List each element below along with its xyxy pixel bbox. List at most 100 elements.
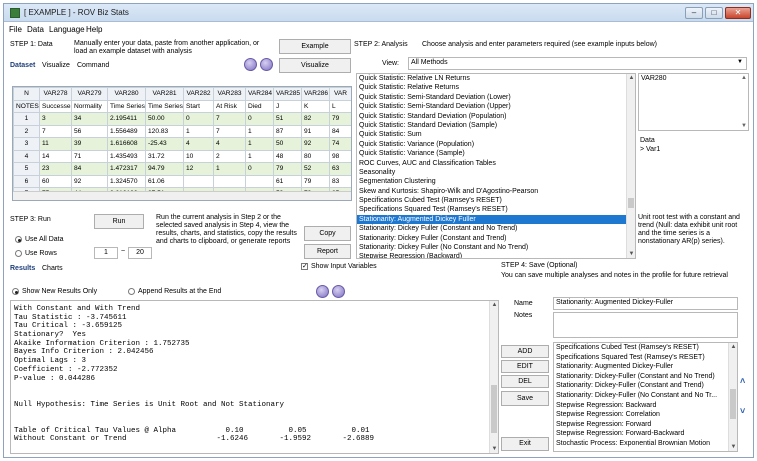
notes-input[interactable] [553,312,738,338]
menu-language[interactable]: Language [49,25,85,34]
notes-cell[interactable]: J [273,99,302,113]
table-cell[interactable]: 7 [213,112,246,126]
tab-charts[interactable]: Charts [42,265,63,272]
table-cell[interactable]: 4 [213,137,246,151]
table-cell[interactable]: 84 [71,162,108,176]
table-cell[interactable]: 61.06 [145,174,184,188]
name-input[interactable]: Stationarity: Augmented Dickey-Fuller [553,297,738,310]
saved-analysis-item[interactable]: Stepwise Regression: Correlation [554,410,737,420]
add-button[interactable]: ADD [501,345,549,358]
column-header[interactable]: VAR283 [213,87,246,101]
menu-help[interactable]: Help [86,25,102,34]
table-cell[interactable]: 63 [329,162,351,176]
method-item[interactable]: Stationarity: Augmented Dickey Fuller [357,214,635,225]
table-cell[interactable]: 7 [213,124,246,138]
table-cell[interactable]: 0 [245,112,274,126]
run-button[interactable]: Run [94,214,144,229]
row-number[interactable]: 4 [13,149,40,163]
table-cell[interactable]: 83 [329,174,351,188]
saved-analysis-item[interactable]: Stationarity: Dickey-Fuller (No Constant… [554,391,737,401]
visualize-button[interactable]: Visualize [279,58,351,73]
notes-cell[interactable]: K [301,99,330,113]
tab-dataset[interactable]: Dataset [10,62,35,69]
method-item[interactable]: Quick Statistic: Relative LN Returns [357,74,635,83]
methods-scroll-down-icon[interactable]: ▼ [627,251,635,257]
table-cell[interactable]: 23 [39,162,72,176]
notes-cell[interactable]: Died [245,99,274,113]
zoom-out-icon[interactable] [260,58,273,71]
saved-analyses-list[interactable]: Specifications Cubed Test (Ramsey's RESE… [553,342,738,452]
move-down-icon[interactable]: ˅ [740,406,745,416]
table-cell[interactable]: 52 [301,162,330,176]
notes-cell[interactable]: Time Series [107,99,146,113]
table-cell[interactable]: 34 [71,112,108,126]
column-header[interactable]: VAR282 [183,87,214,101]
table-cell[interactable]: 84 [329,124,351,138]
notes-cell[interactable]: Start [183,99,214,113]
table-cell[interactable]: 98 [329,149,351,163]
method-item[interactable]: ROC Curves, AUC and Classification Table… [357,159,635,168]
table-cell[interactable]: 79 [273,162,302,176]
method-item[interactable]: Quick Statistic: Standard Deviation (Pop… [357,112,635,121]
method-item[interactable]: Quick Statistic: Semi-Standard Deviation… [357,93,635,102]
table-cell[interactable]: 74 [329,137,351,151]
results-output[interactable]: With Constant and With Trend Tau Statisti… [10,300,499,454]
table-cell[interactable]: 51 [273,112,302,126]
exit-button[interactable]: Exit [501,437,549,451]
column-header[interactable]: VAR [329,87,351,101]
table-cell[interactable]: 87 [273,124,302,138]
notes-cell[interactable]: NOTES [13,99,40,113]
saved-analysis-item[interactable]: Stationarity: Augmented Dickey-Fuller [554,362,737,372]
row-number[interactable]: 5 [13,162,40,176]
move-up-icon[interactable]: ˄ [740,376,745,386]
row-number[interactable]: 2 [13,124,40,138]
method-item[interactable]: Specifications Squared Test (Ramsey's RE… [357,205,635,214]
table-cell[interactable]: 1 [245,137,274,151]
column-header[interactable]: VAR278 [39,87,72,101]
results-zoom-in-icon[interactable] [316,285,329,298]
method-item[interactable]: Seasonality [357,168,635,177]
table-cell[interactable]: 71 [71,149,108,163]
table-cell[interactable]: 11 [39,137,72,151]
row-number[interactable]: 1 [13,112,40,126]
table-cell[interactable] [183,174,214,188]
notes-cell[interactable]: Normality [71,99,108,113]
close-button[interactable]: ✕ [725,7,751,19]
methods-scroll-up-icon[interactable]: ▲ [627,75,635,81]
method-item[interactable]: Quick Statistic: Relative Returns [357,83,635,92]
delete-button[interactable]: DEL [501,375,549,388]
saved-scroll-thumb[interactable] [730,389,736,419]
table-cell[interactable]: 0 [245,162,274,176]
notes-cell[interactable]: At Risk [213,99,246,113]
method-item[interactable]: Segmentation Clustering [357,177,635,186]
row-number[interactable]: 6 [13,174,40,188]
table-cell[interactable]: 50.00 [145,112,184,126]
column-header[interactable]: VAR279 [71,87,108,101]
table-cell[interactable]: 50 [273,137,302,151]
show-new-results-radio[interactable] [12,288,19,295]
method-item[interactable]: Skew and Kurtosis: Shapiro-Wilk and D'Ag… [357,187,635,196]
rows-from-input[interactable]: 1 [94,247,118,259]
results-scrollbar[interactable]: ▲ ▼ [489,301,498,453]
table-cell[interactable]: 48 [273,149,302,163]
tab-command[interactable]: Command [77,62,109,69]
method-item[interactable]: Quick Statistic: Sum [357,130,635,139]
copy-button[interactable]: Copy [304,226,351,241]
table-cell[interactable]: 60 [39,174,72,188]
table-cell[interactable]: 94.79 [145,162,184,176]
results-zoom-out-icon[interactable] [332,285,345,298]
notes-cell[interactable]: L [329,99,351,113]
methods-scroll-thumb[interactable] [628,198,634,208]
table-cell[interactable]: 0 [183,112,214,126]
table-cell[interactable]: 12 [183,162,214,176]
table-cell[interactable]: 61 [273,174,302,188]
method-item[interactable]: Quick Statistic: Standard Deviation (Sam… [357,121,635,130]
row-number[interactable]: 3 [13,137,40,151]
table-cell[interactable]: 1.556489 [107,124,146,138]
table-cell[interactable]: 10 [183,149,214,163]
table-cell[interactable]: 92 [71,174,108,188]
table-cell[interactable]: 91 [301,124,330,138]
scroll-down-icon[interactable]: ▼ [490,446,498,452]
table-cell[interactable]: 1.616608 [107,137,146,151]
method-item[interactable]: Stationarity: Dickey Fuller (No Constant… [357,243,635,252]
